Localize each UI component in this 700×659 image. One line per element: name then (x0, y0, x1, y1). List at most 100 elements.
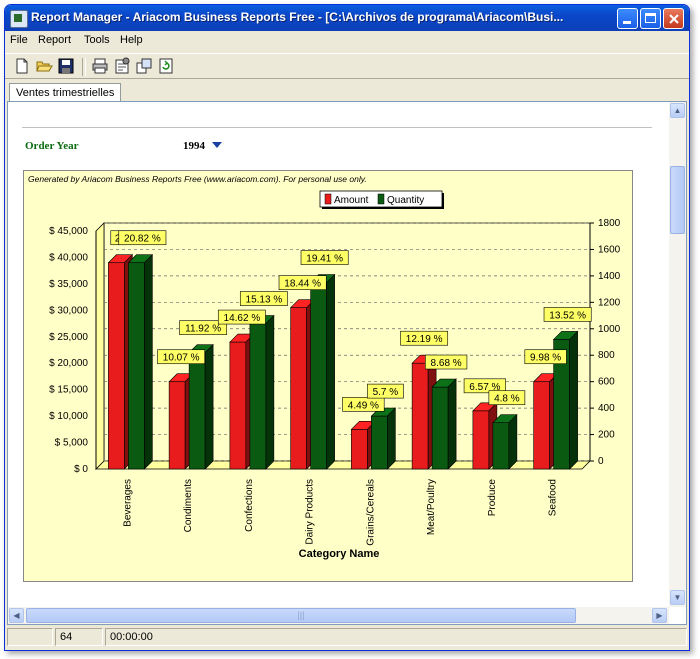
horizontal-scroll-thumb[interactable]: ||| (26, 608, 576, 623)
left-axis-tick-label: $ 20,000 (49, 358, 88, 369)
bar-quantity-side (387, 407, 396, 470)
category-tick-label: Meat/Poultry (426, 479, 437, 535)
bar-quantity (492, 422, 510, 470)
left-axis-tick-label: $ 40,000 (49, 252, 88, 263)
app-icon (10, 10, 28, 28)
data-label-quantity: 4.8 % (494, 394, 520, 405)
open-icon[interactable] (35, 57, 53, 75)
left-axis-tick-label: $ 10,000 (49, 411, 88, 422)
order-year-value[interactable]: 1994 (183, 140, 205, 152)
bar-quantity (310, 282, 327, 470)
legend-label-amount: Amount (334, 195, 369, 206)
data-label-quantity: 19.41 % (306, 254, 343, 265)
right-axis-tick-label: 1800 (598, 218, 621, 229)
bar-amount (229, 341, 247, 470)
menu-file[interactable]: File (10, 34, 28, 46)
new-icon[interactable] (13, 57, 31, 75)
bar-quantity (128, 262, 145, 470)
right-axis-tick-label: 200 (598, 430, 615, 441)
maximize-icon (645, 13, 656, 23)
right-axis-tick-label: 800 (598, 350, 615, 361)
data-label-quantity: 8.68 % (431, 358, 462, 369)
properties-icon[interactable] (113, 57, 131, 75)
legend-swatch-amount (324, 193, 332, 205)
export-icon[interactable] (135, 57, 153, 75)
right-axis-tick-label: 400 (598, 403, 615, 414)
data-label-amount: 18.44 % (284, 279, 321, 290)
bar-amount (168, 381, 186, 470)
x-axis-title: Category Name (299, 548, 380, 560)
minimize-button[interactable] (617, 8, 638, 29)
legend-swatch-quantity (377, 193, 385, 205)
right-axis-tick-label: 0 (598, 456, 604, 467)
category-tick-label: Produce (487, 479, 498, 517)
bar-quantity-side (447, 378, 457, 470)
data-label-quantity: 11.92 % (185, 324, 221, 335)
scroll-right-button[interactable]: ▶ (652, 608, 667, 623)
vertical-scrollbar[interactable]: ▲ ▼ (669, 102, 686, 607)
bar-amount (108, 262, 125, 470)
scroll-left-button[interactable]: ◀ (9, 608, 24, 623)
bar-quantity (431, 386, 449, 470)
right-axis-tick-label: 1600 (598, 244, 621, 255)
chart-container: Generated by Ariacom Business Reports Fr… (23, 170, 633, 582)
menu-tools[interactable]: Tools (84, 34, 110, 46)
data-label-quantity: 5.7 % (373, 387, 399, 398)
report-panel: Order Year 1994 Generated by Ariacom Bus… (7, 101, 687, 625)
data-label-quantity: 15.13 % (246, 295, 283, 306)
category-tick-label: Confections (244, 479, 255, 532)
order-year-label: Order Year (25, 140, 79, 152)
scroll-down-button[interactable]: ▼ (670, 590, 685, 605)
print-icon[interactable] (91, 57, 109, 75)
left-axis-tick-label: $ 35,000 (49, 279, 88, 290)
status-bar: 64 00:00:00 (5, 626, 689, 648)
maximize-button[interactable] (640, 8, 661, 29)
left-axis-tick-label: $ 0 (74, 464, 88, 475)
right-axis-tick-label: 1200 (598, 297, 621, 308)
bar-amount (351, 429, 368, 470)
order-year-dropdown-icon[interactable] (212, 142, 222, 148)
menu-help[interactable]: Help (120, 34, 143, 46)
data-label-amount: 10.07 % (163, 353, 200, 364)
status-elapsed-time: 00:00:00 (105, 628, 687, 646)
bar-quantity (249, 323, 267, 470)
refresh-icon[interactable] (157, 57, 175, 75)
menu-report[interactable]: Report (38, 34, 71, 46)
bar-amount (411, 362, 429, 470)
close-icon (669, 14, 679, 24)
category-tick-label: Seafood (548, 479, 559, 516)
bar-quantity-side (204, 343, 214, 470)
bar-quantity-side (326, 273, 335, 470)
horizontal-scrollbar[interactable]: ◀ ||| ▶ (8, 607, 669, 624)
menu-bar: File Report Tools Help (5, 31, 689, 51)
bar-amount (290, 307, 307, 470)
report-divider (22, 127, 652, 128)
tab-ventes-trimestrielles[interactable]: Ventes trimestrielles (9, 83, 122, 102)
data-label-amount: 4.49 % (348, 400, 379, 411)
minimize-icon (623, 21, 631, 24)
toolbar-separator (82, 58, 86, 76)
left-axis-tick-label: $ 5,000 (55, 438, 89, 449)
category-tick-label: Grains/Cereals (365, 479, 376, 546)
bar-quantity-side (569, 330, 578, 470)
left-axis-tick-label: $ 15,000 (49, 385, 88, 396)
title-bar[interactable]: Report Manager - Ariacom Business Report… (5, 5, 689, 31)
close-button[interactable] (663, 8, 684, 29)
right-axis-tick-label: 600 (598, 377, 615, 388)
bar-quantity (188, 352, 206, 470)
toolbar (5, 53, 689, 79)
bar-amount (533, 381, 550, 470)
data-label-amount: 12.19 % (406, 334, 443, 345)
vertical-scroll-thumb[interactable] (670, 166, 685, 234)
scroll-up-button[interactable]: ▲ (670, 103, 685, 118)
status-field-empty (7, 628, 53, 646)
data-label-amount: 14.62 % (224, 313, 261, 324)
data-label-amount: 9.98 % (530, 353, 561, 364)
data-label-quantity: 13.52 % (549, 310, 586, 321)
category-tick-label: Condiments (183, 479, 194, 532)
bar-quantity-side (508, 413, 518, 470)
bar-chart: Generated by Ariacom Business Reports Fr… (28, 174, 621, 560)
save-icon[interactable] (57, 57, 75, 75)
left-axis-tick-label: $ 45,000 (49, 226, 88, 237)
legend-label-quantity: Quantity (387, 195, 424, 206)
